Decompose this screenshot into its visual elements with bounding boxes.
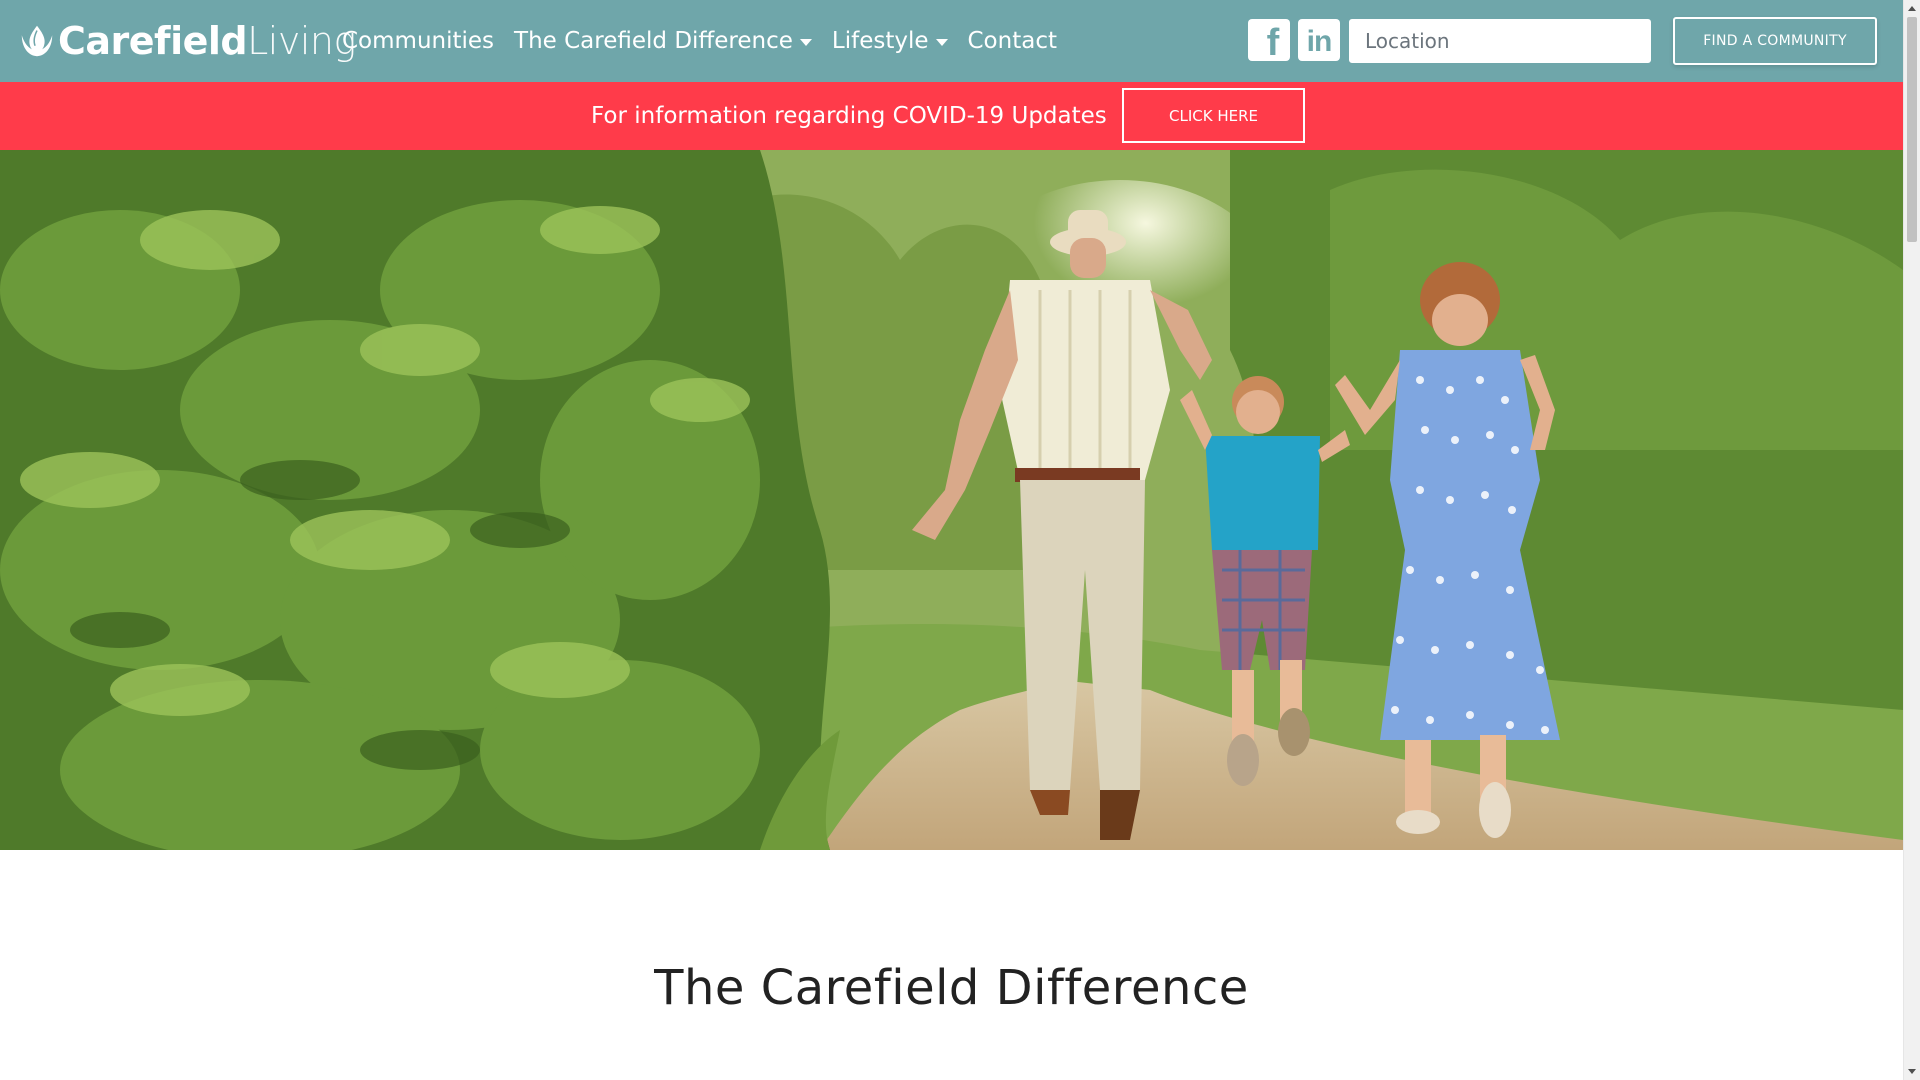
nav-item-label: Contact <box>967 28 1057 54</box>
alert-text: For information regarding COVID-19 Updat… <box>591 103 1107 129</box>
logo-name-bold: Carefield <box>58 19 248 63</box>
location-search-input[interactable] <box>1349 19 1651 63</box>
nav-item-communities[interactable]: Communities <box>342 28 494 54</box>
linkedin-icon: in <box>1306 25 1333 58</box>
covid-click-here-button[interactable]: CLICK HERE <box>1122 88 1305 143</box>
nav-item-label: The Carefield Difference <box>514 28 793 54</box>
site-logo[interactable]: CarefieldLiving <box>18 16 356 66</box>
scroll-down-arrow-icon[interactable] <box>1908 1069 1916 1074</box>
nav-item-label: Communities <box>342 28 495 54</box>
top-navbar: CarefieldLiving Communities The Carefiel… <box>0 0 1903 82</box>
nav-item-label: Lifestyle <box>831 28 929 54</box>
covid-alert-bar: For information regarding COVID-19 Updat… <box>0 82 1903 150</box>
caret-down-icon <box>799 38 812 46</box>
find-a-community-button[interactable]: FIND A COMMUNITY <box>1673 17 1877 65</box>
scrollbar-thumb[interactable] <box>1907 17 1917 242</box>
page: CarefieldLiving Communities The Carefiel… <box>0 0 1920 1080</box>
leaf-logo-icon <box>21 25 53 57</box>
nav-item-contact[interactable]: Contact <box>968 28 1057 54</box>
nav-item-carefield-difference[interactable]: The Carefield Difference <box>514 28 812 54</box>
vertical-scrollbar[interactable] <box>1903 0 1920 1080</box>
caret-down-icon <box>935 38 948 46</box>
logo-wordmark: CarefieldLiving <box>58 22 356 60</box>
facebook-icon: f <box>1266 21 1280 64</box>
main-nav: Communities The Carefield Difference Lif… <box>342 22 1077 60</box>
logo-name-light: Living <box>247 19 356 63</box>
page-content: CarefieldLiving Communities The Carefiel… <box>0 0 1903 1080</box>
facebook-link[interactable]: f <box>1248 19 1290 64</box>
section-title: The Carefield Difference <box>654 960 1249 1016</box>
hero-photo <box>0 150 1903 850</box>
hero-image <box>0 150 1903 850</box>
linkedin-link[interactable]: in <box>1298 19 1340 61</box>
nav-item-lifestyle[interactable]: Lifestyle <box>832 28 948 54</box>
scroll-up-arrow-icon[interactable] <box>1908 6 1916 11</box>
